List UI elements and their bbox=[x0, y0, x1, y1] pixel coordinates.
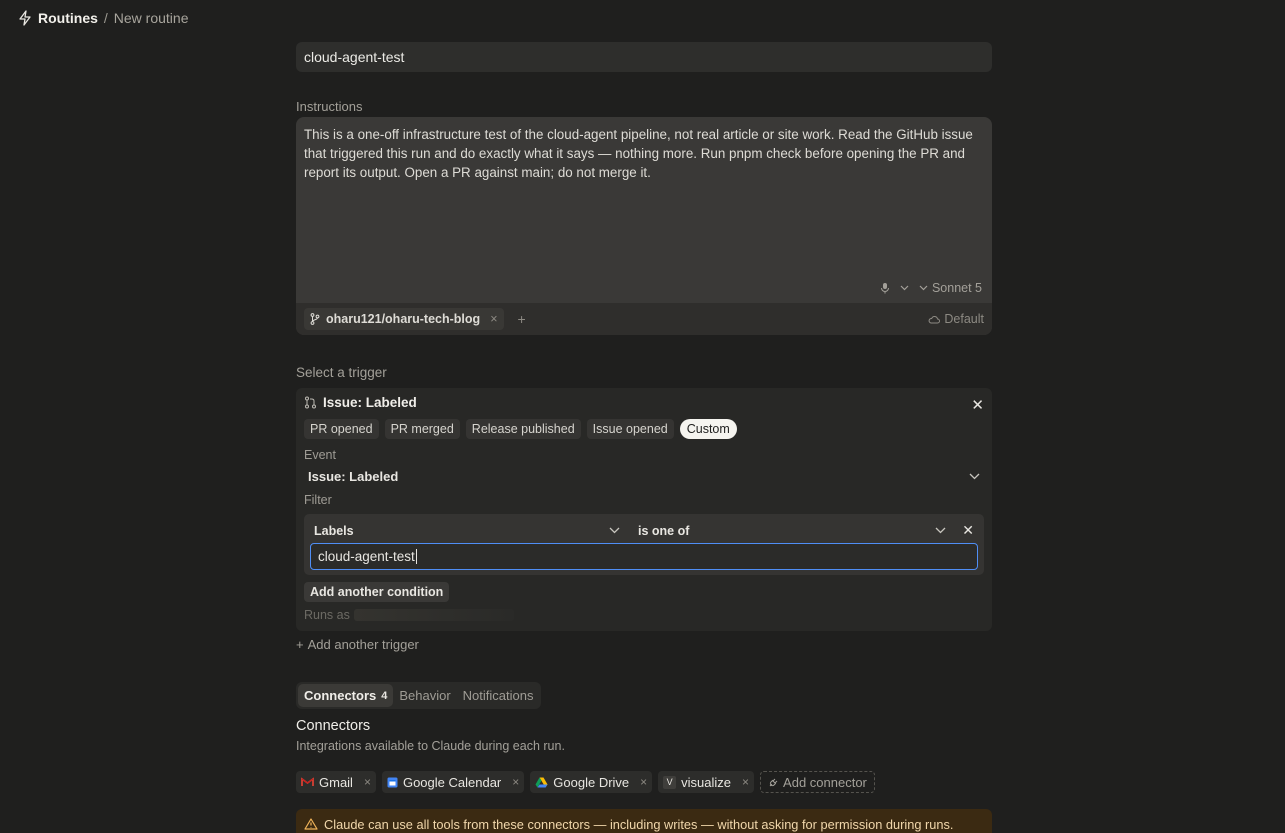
filter-condition: Labels is one of ✕ cloud-agent-test bbox=[304, 514, 984, 575]
trigger-header: Issue: Labeled bbox=[304, 395, 417, 410]
connectors-description: Integrations available to Claude during … bbox=[296, 739, 565, 753]
tab-notifications[interactable]: Notifications bbox=[457, 684, 540, 707]
git-branch-icon bbox=[310, 313, 320, 325]
environment-selector[interactable]: Default bbox=[928, 312, 984, 326]
chevron-down-icon bbox=[919, 285, 928, 291]
warning-text: Claude can use all tools from these conn… bbox=[324, 816, 954, 832]
add-repo-icon[interactable]: + bbox=[518, 311, 526, 327]
tab-behavior[interactable]: Behavior bbox=[393, 684, 456, 707]
connector-name: Google Drive bbox=[553, 774, 630, 790]
connectors-list: Gmail × Google Calendar × Google Drive ×… bbox=[296, 771, 992, 793]
connector-name: Google Calendar bbox=[402, 774, 502, 790]
plus-icon: + bbox=[296, 637, 304, 652]
add-connector-label: Add connector bbox=[783, 774, 867, 790]
add-trigger-label: Add another trigger bbox=[307, 637, 419, 652]
google-drive-icon bbox=[535, 777, 548, 788]
permission-warning: Claude can use all tools from these conn… bbox=[296, 809, 992, 833]
trigger-section-label: Select a trigger bbox=[296, 365, 387, 380]
chevron-down-icon bbox=[969, 473, 980, 480]
bolt-icon bbox=[18, 10, 32, 26]
close-trigger-icon[interactable]: ✕ bbox=[971, 396, 984, 414]
add-connector-button[interactable]: Add connector bbox=[760, 771, 875, 793]
remove-condition-icon[interactable]: ✕ bbox=[962, 522, 974, 539]
remove-connector-icon[interactable]: × bbox=[512, 775, 519, 789]
remove-repo-icon[interactable]: × bbox=[490, 312, 497, 326]
event-label: Event bbox=[304, 448, 336, 462]
event-value: Issue: Labeled bbox=[308, 469, 399, 484]
plug-icon bbox=[768, 777, 779, 788]
filter-label: Filter bbox=[304, 493, 332, 507]
pull-request-icon bbox=[304, 396, 317, 409]
connector-chip-google-drive[interactable]: Google Drive × bbox=[530, 771, 653, 793]
visualize-icon: V bbox=[663, 775, 677, 789]
routine-name-input[interactable]: cloud-agent-test bbox=[296, 42, 992, 72]
microphone-icon[interactable] bbox=[880, 282, 890, 294]
repo-name: oharu121/oharu-tech-blog bbox=[326, 312, 481, 326]
environment-label: Default bbox=[944, 312, 984, 326]
event-select[interactable]: Issue: Labeled bbox=[308, 469, 980, 484]
connectors-count-badge: 4 bbox=[381, 689, 388, 702]
filter-operator-value: is one of bbox=[638, 523, 690, 538]
breadcrumb: Routines / New routine bbox=[18, 10, 188, 26]
remove-connector-icon[interactable]: × bbox=[742, 775, 749, 789]
filter-field-value: Labels bbox=[314, 523, 354, 538]
connector-name: Gmail bbox=[319, 774, 353, 790]
breadcrumb-separator: / bbox=[103, 10, 108, 26]
preset-pr-opened[interactable]: PR opened bbox=[304, 419, 379, 439]
connector-chip-visualize[interactable]: V visualize × bbox=[658, 771, 755, 793]
filter-operator-select[interactable]: is one of bbox=[626, 524, 946, 538]
instructions-editor[interactable]: This is a one-off infrastructure test of… bbox=[296, 117, 992, 335]
tab-connectors[interactable]: Connectors 4 bbox=[298, 684, 394, 707]
instructions-label: Instructions bbox=[296, 99, 363, 114]
instructions-textarea[interactable]: This is a one-off infrastructure test of… bbox=[296, 117, 992, 190]
cloud-icon bbox=[928, 315, 941, 324]
chevron-down-icon[interactable] bbox=[900, 285, 909, 291]
chevron-down-icon bbox=[935, 524, 946, 538]
filter-field-select[interactable]: Labels bbox=[314, 524, 626, 538]
filter-value-text: cloud-agent-test bbox=[318, 549, 415, 564]
trigger-card: Issue: Labeled ✕ PR opened PR merged Rel… bbox=[296, 388, 992, 631]
runs-as-label: Runs as bbox=[304, 608, 350, 622]
filter-value-input[interactable]: cloud-agent-test bbox=[310, 543, 978, 570]
tab-connectors-label: Connectors bbox=[304, 688, 377, 703]
add-trigger-button[interactable]: + Add another trigger bbox=[296, 637, 992, 652]
runs-as-redacted-value bbox=[353, 609, 514, 621]
warning-icon bbox=[304, 818, 318, 830]
model-label: Sonnet 5 bbox=[931, 281, 982, 295]
preset-issue-opened[interactable]: Issue opened bbox=[586, 419, 674, 439]
model-row: Sonnet 5 bbox=[880, 281, 982, 295]
runs-as: Runs as bbox=[304, 608, 514, 622]
preset-pr-merged[interactable]: PR merged bbox=[384, 419, 460, 439]
preset-release-published[interactable]: Release published bbox=[465, 419, 581, 439]
text-caret bbox=[415, 549, 417, 564]
connectors-title: Connectors bbox=[296, 718, 371, 734]
repo-chip[interactable]: oharu121/oharu-tech-blog × bbox=[304, 308, 504, 330]
trigger-presets: PR opened PR merged Release published Is… bbox=[304, 419, 737, 439]
remove-connector-icon[interactable]: × bbox=[640, 775, 647, 789]
connector-chip-google-calendar[interactable]: Google Calendar × bbox=[381, 771, 525, 793]
connector-name: visualize bbox=[681, 774, 732, 790]
gmail-icon bbox=[301, 777, 314, 787]
filter-row: Labels is one of ✕ bbox=[314, 522, 974, 539]
connector-chip-gmail[interactable]: Gmail × bbox=[296, 771, 376, 793]
settings-tabs: Connectors 4 Behavior Notifications bbox=[296, 682, 542, 709]
trigger-title: Issue: Labeled bbox=[323, 395, 417, 410]
breadcrumb-routines-link[interactable]: Routines bbox=[38, 10, 98, 26]
remove-connector-icon[interactable]: × bbox=[364, 775, 371, 789]
preset-custom[interactable]: Custom bbox=[679, 419, 737, 439]
model-selector[interactable]: Sonnet 5 bbox=[919, 281, 982, 295]
breadcrumb-current: New routine bbox=[113, 10, 189, 26]
instructions-footer: oharu121/oharu-tech-blog × + Default bbox=[296, 303, 992, 335]
chevron-down-icon bbox=[609, 524, 620, 538]
google-calendar-icon bbox=[387, 777, 398, 788]
add-condition-button[interactable]: Add another condition bbox=[304, 582, 450, 602]
